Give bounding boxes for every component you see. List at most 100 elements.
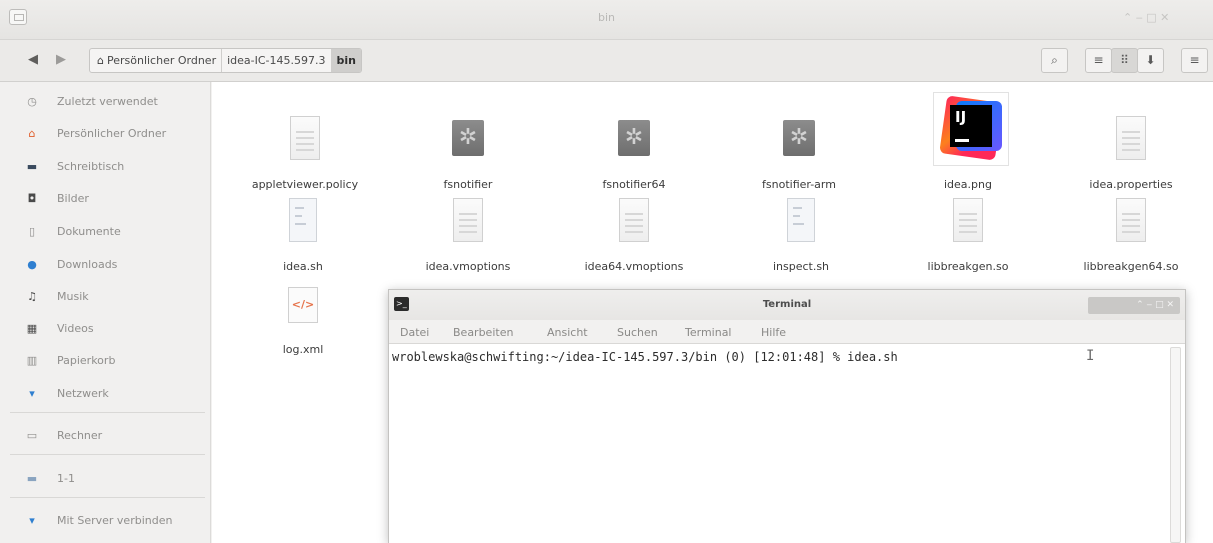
sidebar-item-label: Musik xyxy=(57,290,89,303)
intellij-image-icon[interactable]: IJ xyxy=(933,92,1009,166)
menu-terminal[interactable]: Terminal xyxy=(685,326,732,339)
sidebar-item-computer[interactable]: ▭ Rechner xyxy=(0,420,210,452)
file-item[interactable]: libbreakgen.so xyxy=(888,174,1048,274)
menu-bearbeiten[interactable]: Bearbeiten xyxy=(453,326,513,339)
toolbar: ◀ ▶ ⌂ Persönlicher Ordner idea-IC-145.597… xyxy=(0,40,1213,82)
terminal-window-controls[interactable]: ⌃ ‒ □ ✕ xyxy=(1088,297,1180,314)
sidebar-item-label: Zuletzt verwendet xyxy=(57,95,158,108)
breadcrumb: ⌂ Persönlicher Ordner idea-IC-145.597.3 b… xyxy=(89,48,362,73)
file-item[interactable]: libbreakgen64.so xyxy=(1051,174,1211,274)
executable-icon: ✲ xyxy=(783,116,815,164)
terminal-title-bar[interactable]: >_ Terminal ⌃ ‒ □ ✕ xyxy=(389,290,1185,320)
sidebar-separator xyxy=(10,497,205,498)
pictures-icon: ◘ xyxy=(27,192,37,205)
text-file-icon xyxy=(1115,116,1147,164)
file-item[interactable]: inspect.sh xyxy=(721,174,881,274)
downloads-icon: ● xyxy=(27,258,37,271)
sidebar-item-home[interactable]: ⌂ Persönlicher Ordner xyxy=(0,118,210,150)
breadcrumb-home[interactable]: ⌂ Persönlicher Ordner xyxy=(90,49,223,72)
menu-datei[interactable]: Datei xyxy=(400,326,429,339)
sidebar-item-pictures[interactable]: ◘ Bilder xyxy=(0,183,210,215)
list-view-button[interactable]: ≡ xyxy=(1085,48,1112,73)
breadcrumb-idea-folder[interactable]: idea-IC-145.597.3 xyxy=(222,49,332,72)
sidebar-item-desktop[interactable]: ▬ Schreibtisch xyxy=(0,151,210,183)
sidebar-item-label: Papierkorb xyxy=(57,354,116,367)
videos-icon: ▦ xyxy=(26,322,38,335)
search-button[interactable]: ⌕ xyxy=(1041,48,1068,73)
sidebar-item-recent[interactable]: ◷ Zuletzt verwendet xyxy=(0,86,210,118)
sidebar-item-label: Dokumente xyxy=(57,225,121,238)
window-controls[interactable]: ⌃ ‒ □ ✕ xyxy=(1123,11,1169,24)
text-file-icon xyxy=(1115,198,1147,246)
file-item[interactable]: idea.vmoptions xyxy=(388,174,548,274)
home-icon: ⌂ xyxy=(28,127,36,140)
file-name: idea.vmoptions xyxy=(425,260,511,273)
terminal-title: Terminal xyxy=(762,299,812,310)
breadcrumb-home-label: Persönlicher Ordner xyxy=(106,54,217,67)
text-file-icon xyxy=(289,116,321,164)
sidebar-separator xyxy=(10,454,205,455)
terminal-scrollbar[interactable] xyxy=(1170,347,1181,543)
terminal-window[interactable]: >_ Terminal ⌃ ‒ □ ✕ Datei Bearbeiten Ans… xyxy=(388,289,1186,543)
arrow-left-icon: ◀ xyxy=(28,52,38,67)
list-view-icon: ≡ xyxy=(1093,53,1104,67)
grid-view-button[interactable]: ⠿ xyxy=(1111,48,1138,73)
network-icon: ▾ xyxy=(29,387,35,400)
text-file-icon xyxy=(618,198,650,246)
file-name: idea64.vmoptions xyxy=(584,260,684,273)
search-icon: ⌕ xyxy=(1051,53,1058,67)
sidebar-item-documents[interactable]: ▯ Dokumente xyxy=(0,216,210,248)
sidebar-item-music[interactable]: ♫ Musik xyxy=(0,281,210,313)
sidebar-item-trash[interactable]: ▥ Papierkorb xyxy=(0,345,210,377)
sidebar-item-label: Downloads xyxy=(57,258,118,271)
shell-script-icon xyxy=(287,198,319,246)
xml-file-icon: </> xyxy=(287,287,319,335)
arrow-right-icon: ▶ xyxy=(56,52,66,67)
text-file-icon xyxy=(452,198,484,246)
menu-ansicht[interactable]: Ansicht xyxy=(547,326,588,339)
title-bar: bin ⌃ ‒ □ ✕ xyxy=(0,0,1213,40)
sidebar-item-downloads[interactable]: ● Downloads xyxy=(0,249,210,281)
sidebar-item-network[interactable]: ▾ Netzwerk xyxy=(0,378,210,410)
executable-icon: ✲ xyxy=(452,116,484,164)
sidebar-item-drive[interactable]: ▬ 1-1 xyxy=(0,463,210,495)
menu-icon: ≡ xyxy=(1189,53,1200,67)
clock-icon: ◷ xyxy=(27,95,37,108)
file-item[interactable]: </> log.xml xyxy=(223,257,383,357)
sidebar-item-videos[interactable]: ▦ Videos xyxy=(0,313,210,345)
documents-icon: ▯ xyxy=(28,225,36,238)
terminal-prompt-line: wroblewska@schwifting:~/idea-IC-145.597.… xyxy=(392,350,898,364)
sidebar-item-label: Videos xyxy=(57,322,94,335)
music-icon: ♫ xyxy=(27,290,37,303)
sidebar-item-label: Persönlicher Ordner xyxy=(57,127,167,140)
sidebar: ◷ Zuletzt verwendet ⌂ Persönlicher Ordne… xyxy=(0,82,211,543)
sidebar-item-label: Bilder xyxy=(57,192,89,205)
sidebar-item-label: Netzwerk xyxy=(57,387,109,400)
file-name: log.xml xyxy=(282,343,324,356)
sidebar-separator xyxy=(10,412,205,413)
menu-suchen[interactable]: Suchen xyxy=(617,326,658,339)
file-item[interactable]: idea64.vmoptions xyxy=(554,174,714,274)
sidebar-item-label: Mit Server verbinden xyxy=(57,514,173,527)
shell-script-icon xyxy=(785,198,817,246)
connect-server-icon: ▾ xyxy=(29,514,35,527)
file-name: libbreakgen64.so xyxy=(1083,260,1179,273)
drive-icon: ▬ xyxy=(26,472,38,485)
text-file-icon xyxy=(952,198,984,246)
file-name: inspect.sh xyxy=(772,260,830,273)
file-name: libbreakgen.so xyxy=(927,260,1009,273)
breadcrumb-bin[interactable]: bin xyxy=(331,49,361,72)
sidebar-item-connect-server[interactable]: ▾ Mit Server verbinden xyxy=(0,505,210,537)
terminal-output[interactable]: wroblewska@schwifting:~/idea-IC-145.597.… xyxy=(389,344,1185,543)
forward-button[interactable]: ▶ xyxy=(52,51,70,69)
desktop-icon: ▬ xyxy=(26,160,38,173)
computer-icon: ▭ xyxy=(26,429,38,442)
menu-hilfe[interactable]: Hilfe xyxy=(761,326,786,339)
menu-button[interactable]: ≡ xyxy=(1181,48,1208,73)
sort-icon: ⬇ xyxy=(1145,53,1156,67)
sort-button[interactable]: ⬇ xyxy=(1137,48,1164,73)
window-title: bin xyxy=(597,11,615,24)
back-button[interactable]: ◀ xyxy=(24,51,42,69)
home-icon: ⌂ xyxy=(97,54,104,67)
sidebar-item-label: 1-1 xyxy=(57,472,75,485)
